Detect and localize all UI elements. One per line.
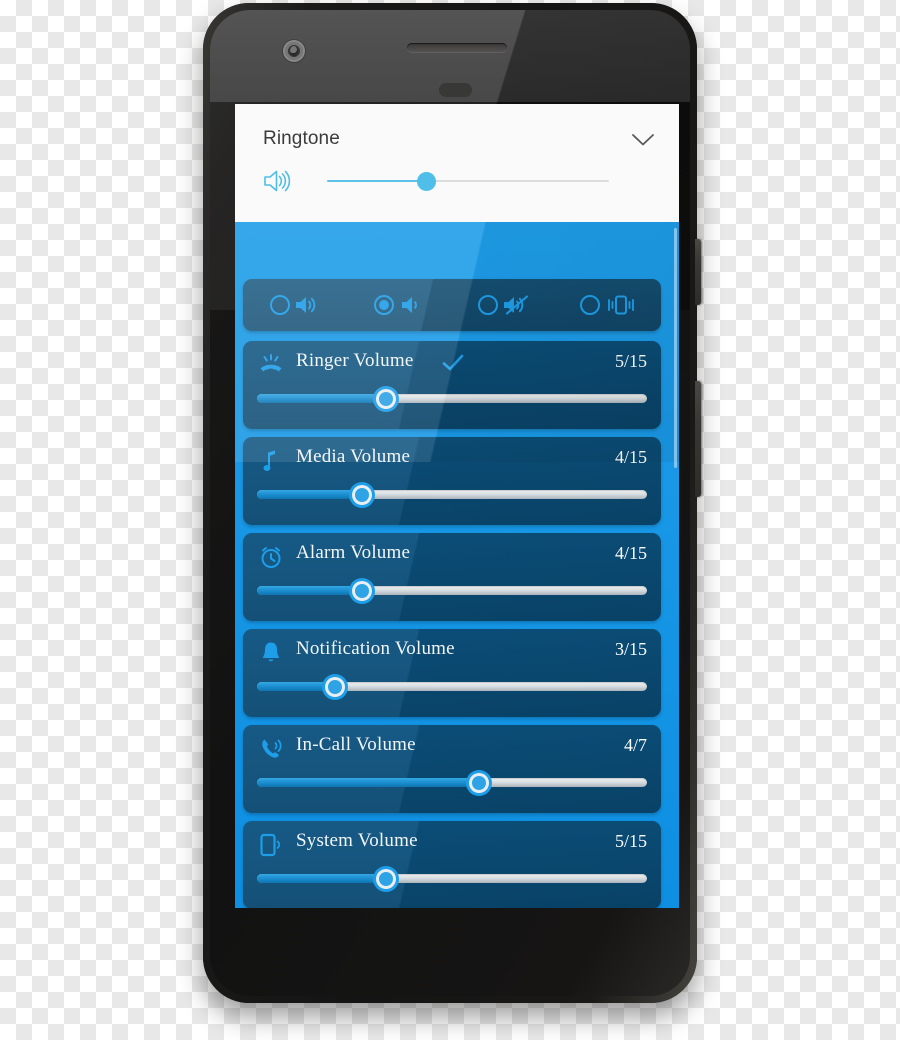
volume-row-slider[interactable] — [257, 482, 647, 508]
slider-fill — [257, 394, 386, 403]
front-camera-icon — [283, 40, 305, 62]
volume-row-label: Media Volume — [296, 446, 411, 467]
slider-thumb[interactable] — [372, 386, 399, 412]
volume-row-value: 5/15 — [614, 831, 647, 851]
mode-option-mute[interactable] — [452, 279, 557, 331]
volume-row-notification[interactable]: Notification Volume 3/15 — [243, 629, 661, 717]
radio-loud[interactable] — [269, 295, 290, 315]
volume-row-value: 4/7 — [623, 735, 647, 755]
volume-row-media[interactable]: Media Volume 4/15 — [243, 437, 661, 525]
volume-settings-body: Ringer Volume 5/15 Media Volume 4/15 Ala… — [235, 222, 679, 908]
phone-screen: Ringtone Ringer Volume 5/15 Media Volume… — [235, 104, 679, 908]
ringtone-volume-slider[interactable] — [327, 172, 609, 191]
slider-thumb[interactable] — [349, 482, 376, 508]
volume-row-alarm[interactable]: Alarm Volume 4/15 — [243, 533, 661, 621]
slider-thumb[interactable] — [466, 770, 493, 796]
volume-row-system[interactable]: System Volume 5/15 — [243, 821, 661, 908]
phone-system-icon — [257, 831, 285, 859]
slider-thumb[interactable] — [416, 172, 436, 191]
slider-thumb[interactable] — [349, 578, 376, 604]
volume-row-value: 3/15 — [614, 639, 647, 659]
volume-row-slider[interactable] — [257, 866, 647, 892]
earpiece-speaker — [407, 43, 507, 52]
mode-option-loud[interactable] — [243, 279, 348, 331]
bell-icon — [257, 639, 285, 667]
volume-row-label: In-Call Volume — [296, 734, 416, 755]
phone-device: Ringtone Ringer Volume 5/15 Media Volume… — [203, 3, 701, 1003]
slider-thumb[interactable] — [322, 674, 348, 700]
volume-row-in-call[interactable]: In-Call Volume 4/7 — [243, 725, 661, 813]
slider-fill — [257, 874, 386, 883]
volume-mute-icon — [503, 294, 531, 316]
slider-thumb[interactable] — [372, 866, 399, 892]
vibrate-icon — [605, 294, 637, 316]
alarm-clock-icon — [257, 543, 285, 571]
volume-row-value: 4/15 — [614, 447, 647, 467]
volume-row-slider[interactable] — [257, 578, 647, 604]
proximity-sensor — [439, 83, 472, 97]
phone-bezel: Ringtone Ringer Volume 5/15 Media Volume… — [210, 10, 690, 996]
ringing-phone-icon — [257, 351, 285, 379]
power-button[interactable] — [695, 239, 701, 305]
ringer-mode-selector — [243, 279, 661, 331]
page-title: Ringtone — [263, 128, 340, 149]
volume-low-icon — [399, 294, 425, 316]
slider-fill — [257, 586, 363, 595]
volume-row-value: 5/15 — [614, 351, 647, 371]
ringtone-panel: Ringtone — [235, 104, 679, 222]
music-note-icon — [257, 447, 285, 475]
volume-row-slider[interactable] — [257, 770, 647, 796]
volume-row-value: 4/15 — [614, 543, 647, 563]
mode-option-medium[interactable] — [348, 279, 453, 331]
volume-row-label: Ringer Volume — [296, 350, 414, 371]
slider-fill — [257, 778, 480, 787]
check-icon — [442, 354, 464, 372]
volume-high-icon — [295, 294, 321, 316]
volume-row-slider[interactable] — [257, 386, 647, 412]
volume-high-icon — [262, 166, 292, 196]
chevron-down-icon[interactable] — [632, 133, 654, 147]
volume-row-label: System Volume — [296, 830, 418, 851]
volume-row-label: Notification Volume — [296, 638, 455, 659]
mode-option-vibrate[interactable] — [557, 279, 662, 331]
slider-fill — [257, 490, 363, 499]
volume-row-label: Alarm Volume — [296, 542, 411, 563]
volume-rocker-button[interactable] — [695, 381, 701, 497]
volume-row-ringer[interactable]: Ringer Volume 5/15 — [243, 341, 661, 429]
vertical-scrollbar[interactable] — [674, 228, 677, 468]
radio-medium[interactable] — [374, 295, 395, 315]
radio-vibrate[interactable] — [580, 295, 601, 315]
slider-fill — [327, 180, 426, 182]
volume-row-slider[interactable] — [257, 674, 647, 700]
radio-mute[interactable] — [477, 295, 498, 315]
phone-in-call-icon — [257, 735, 285, 763]
